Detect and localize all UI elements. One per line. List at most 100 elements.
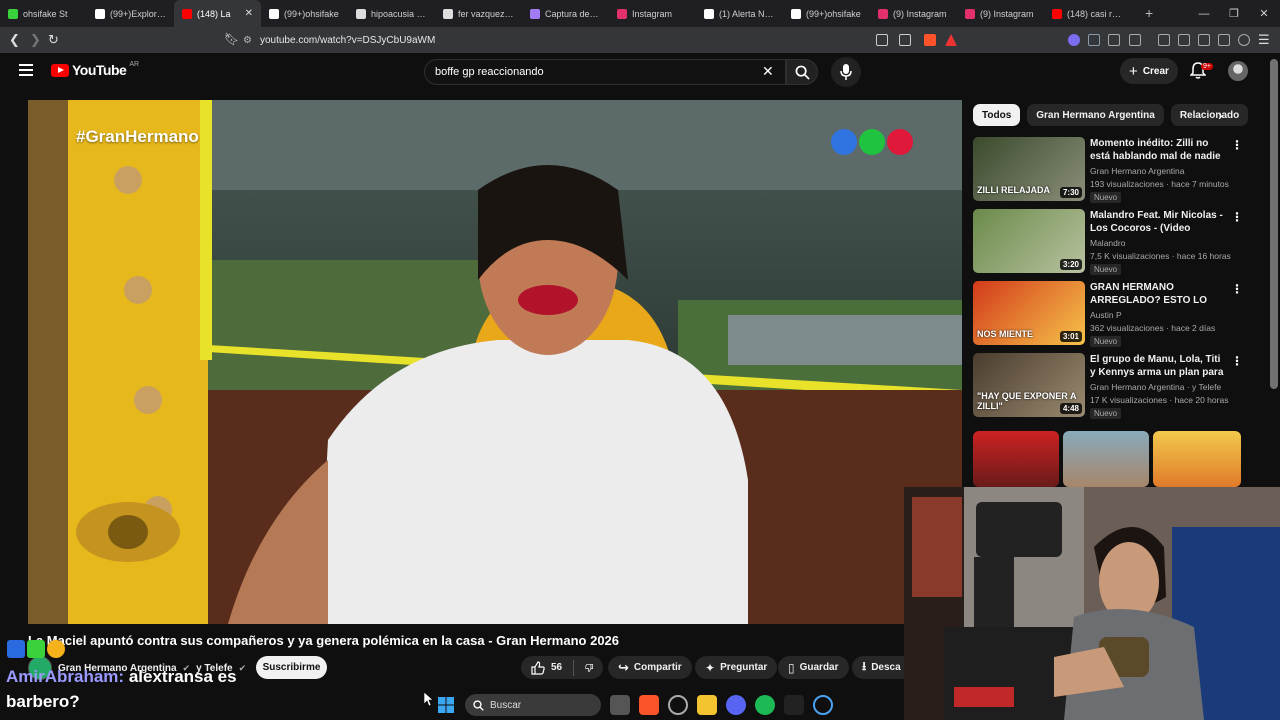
thumbs-down-icon[interactable] bbox=[584, 661, 593, 675]
browser-tab[interactable]: Captura de pa bbox=[522, 0, 609, 27]
filter-chip[interactable]: Gran Hermano Argentina bbox=[1027, 104, 1164, 126]
browser-tab[interactable]: (148) La ✕ bbox=[174, 0, 261, 27]
show-hashtag: #GranHermano bbox=[76, 127, 199, 146]
recommended-channel[interactable]: Gran Hermano Argentina · y Telefe bbox=[1090, 382, 1221, 392]
tiktok-icon bbox=[95, 8, 105, 19]
video-player[interactable]: #GranHermano bbox=[28, 100, 962, 624]
recommended-channel[interactable]: Malandro bbox=[1090, 238, 1125, 248]
filter-chip[interactable]: Todos bbox=[973, 104, 1021, 126]
browser-tab[interactable]: (9) Instagram bbox=[870, 0, 957, 27]
download-button[interactable]: ⭳ Desca bbox=[852, 656, 912, 679]
subscribe-button[interactable]: Suscribirme bbox=[256, 656, 327, 679]
browser-tab[interactable]: (9) Instagram bbox=[957, 0, 1044, 27]
recommended-video[interactable]: NOS MIENTE 3:01 GRAN HERMANO ARREGLADO? ES… bbox=[973, 281, 1243, 347]
reload-icon[interactable]: ↻ bbox=[48, 32, 59, 48]
youtube-logo[interactable]: YouTube AR bbox=[51, 61, 139, 78]
share-button[interactable]: ↪ Compartir bbox=[608, 656, 692, 679]
browser-tab[interactable]: Instagram bbox=[609, 0, 696, 27]
recommended-video[interactable]: 3:20 Malandro Feat. Mir Nicolas - Los Coc… bbox=[973, 209, 1243, 275]
gifter-badge-icon bbox=[47, 640, 65, 658]
puzzle-icon[interactable] bbox=[1129, 34, 1141, 46]
back-icon[interactable]: ❮ bbox=[9, 32, 20, 48]
browser-tab[interactable]: (99+)ohsifake bbox=[261, 0, 348, 27]
save-button[interactable]: ▯ Guardar bbox=[778, 656, 849, 679]
bookmark-icon: ▯ bbox=[788, 660, 795, 675]
browser-tab[interactable]: (1) Alerta New bbox=[696, 0, 783, 27]
recommended-video-title[interactable]: El grupo de Manu, Lola, Titi y Kennys ar… bbox=[1090, 353, 1226, 379]
cast-icon[interactable] bbox=[876, 34, 888, 46]
account-avatar[interactable] bbox=[1228, 61, 1248, 81]
more-options-icon[interactable]: ⋮ bbox=[1231, 282, 1243, 296]
discord-icon[interactable] bbox=[726, 695, 746, 715]
scroll-thumb[interactable] bbox=[1270, 59, 1278, 389]
recommended-video[interactable]: "HAY QUE EXPONER A ZILLI" 4:48 El grupo de… bbox=[973, 353, 1243, 419]
short-thumbnail[interactable] bbox=[1063, 431, 1149, 487]
youtube-icon bbox=[1052, 8, 1062, 19]
extension-icon[interactable] bbox=[1068, 34, 1080, 46]
like-dislike-group: 56 bbox=[521, 656, 603, 679]
file-explorer-icon[interactable] bbox=[697, 695, 717, 715]
browser-tab[interactable]: ohsifake St bbox=[0, 0, 87, 27]
menu-icon[interactable]: ☰ bbox=[1258, 32, 1270, 48]
recommended-video[interactable]: ZILLI RELAJADA 7:30 Momento inédito: Zilli… bbox=[973, 137, 1243, 203]
minimize-icon[interactable]: — bbox=[1188, 0, 1220, 27]
youtube-play-icon bbox=[51, 63, 69, 77]
restore-icon[interactable]: ❐ bbox=[1218, 0, 1250, 27]
video-thumbnail[interactable]: ZILLI RELAJADA 7:30 bbox=[973, 137, 1085, 201]
chips-next-icon[interactable]: › bbox=[1218, 107, 1223, 123]
leo-icon[interactable] bbox=[1218, 34, 1230, 46]
mouse-cursor-icon bbox=[424, 692, 434, 706]
windows-start-icon[interactable] bbox=[436, 695, 456, 715]
page-scrollbar[interactable] bbox=[1268, 53, 1280, 487]
clear-search-icon[interactable]: ✕ bbox=[762, 63, 774, 80]
video-thumbnail[interactable]: NOS MIENTE 3:01 bbox=[973, 281, 1085, 345]
recommended-channel[interactable]: Gran Hermano Argentina bbox=[1090, 166, 1185, 176]
close-window-icon[interactable]: ✕ bbox=[1248, 0, 1280, 27]
browser-tab[interactable]: hipoacusia - B bbox=[348, 0, 435, 27]
brave-shield-icon[interactable] bbox=[924, 34, 936, 46]
browser-tab[interactable]: (148) casi romp bbox=[1044, 0, 1131, 27]
ask-button[interactable]: ✦ Preguntar bbox=[695, 656, 778, 679]
capcut-icon[interactable] bbox=[813, 695, 833, 715]
video-thumbnail[interactable]: "HAY QUE EXPONER A ZILLI" 4:48 bbox=[973, 353, 1085, 417]
short-thumbnail[interactable] bbox=[1153, 431, 1241, 487]
recommended-video-title[interactable]: Momento inédito: Zilli no está hablando … bbox=[1090, 137, 1226, 163]
task-view-icon[interactable] bbox=[610, 695, 630, 715]
short-thumbnail[interactable] bbox=[973, 431, 1059, 487]
vpn-icon[interactable] bbox=[1238, 34, 1250, 46]
taskbar-search[interactable]: Buscar bbox=[465, 694, 601, 716]
search-button[interactable] bbox=[786, 59, 818, 85]
create-button[interactable]: + Crear bbox=[1120, 58, 1178, 84]
chrome-icon[interactable] bbox=[668, 695, 688, 715]
new-tab-button[interactable]: + bbox=[1145, 5, 1153, 21]
brave-browser-icon[interactable] bbox=[639, 695, 659, 715]
obs-icon[interactable] bbox=[784, 695, 804, 715]
video-thumbnail[interactable]: 3:20 bbox=[973, 209, 1085, 273]
media-icon[interactable] bbox=[1158, 34, 1170, 46]
voice-search-button[interactable] bbox=[831, 57, 861, 87]
recommended-video-title[interactable]: GRAN HERMANO ARREGLADO? ESTO LO CONFIRMA bbox=[1090, 281, 1226, 307]
site-info-icon[interactable]: ⚙ bbox=[243, 35, 252, 46]
browser-tab[interactable]: (99+)ohsifake bbox=[783, 0, 870, 27]
address-bar[interactable]: ⚙ youtube.com/watch?v=DSJyCbU9aWM bbox=[243, 30, 963, 50]
filter-chip[interactable]: Relacionado bbox=[1170, 104, 1249, 126]
browser-tab[interactable]: fer vazquez - B bbox=[435, 0, 522, 27]
close-tab-icon[interactable]: ✕ bbox=[245, 8, 253, 19]
screenshot-icon[interactable] bbox=[1108, 34, 1120, 46]
more-options-icon[interactable]: ⋮ bbox=[1231, 138, 1243, 152]
bookmark-icon[interactable]: 🔖︎ bbox=[224, 32, 239, 46]
wallet-icon[interactable] bbox=[1088, 34, 1100, 46]
spotify-icon[interactable] bbox=[755, 695, 775, 715]
wallet2-icon[interactable] bbox=[1198, 34, 1210, 46]
recommended-video-title[interactable]: Malandro Feat. Mir Nicolas - Los Cocoros… bbox=[1090, 209, 1226, 235]
more-options-icon[interactable]: ⋮ bbox=[1231, 210, 1243, 224]
search-input[interactable]: boffe gp reaccionando bbox=[424, 59, 786, 85]
recommended-channel[interactable]: Austin P bbox=[1090, 310, 1122, 320]
sidebar-icon[interactable] bbox=[1178, 34, 1190, 46]
browser-tab[interactable]: (99+)Explorand bbox=[87, 0, 174, 27]
hamburger-menu-icon[interactable] bbox=[19, 64, 33, 76]
like-button[interactable]: 56 bbox=[531, 660, 562, 675]
more-options-icon[interactable]: ⋮ bbox=[1231, 354, 1243, 368]
share-icon[interactable] bbox=[899, 34, 911, 46]
forward-icon[interactable]: ❯ bbox=[30, 32, 41, 48]
